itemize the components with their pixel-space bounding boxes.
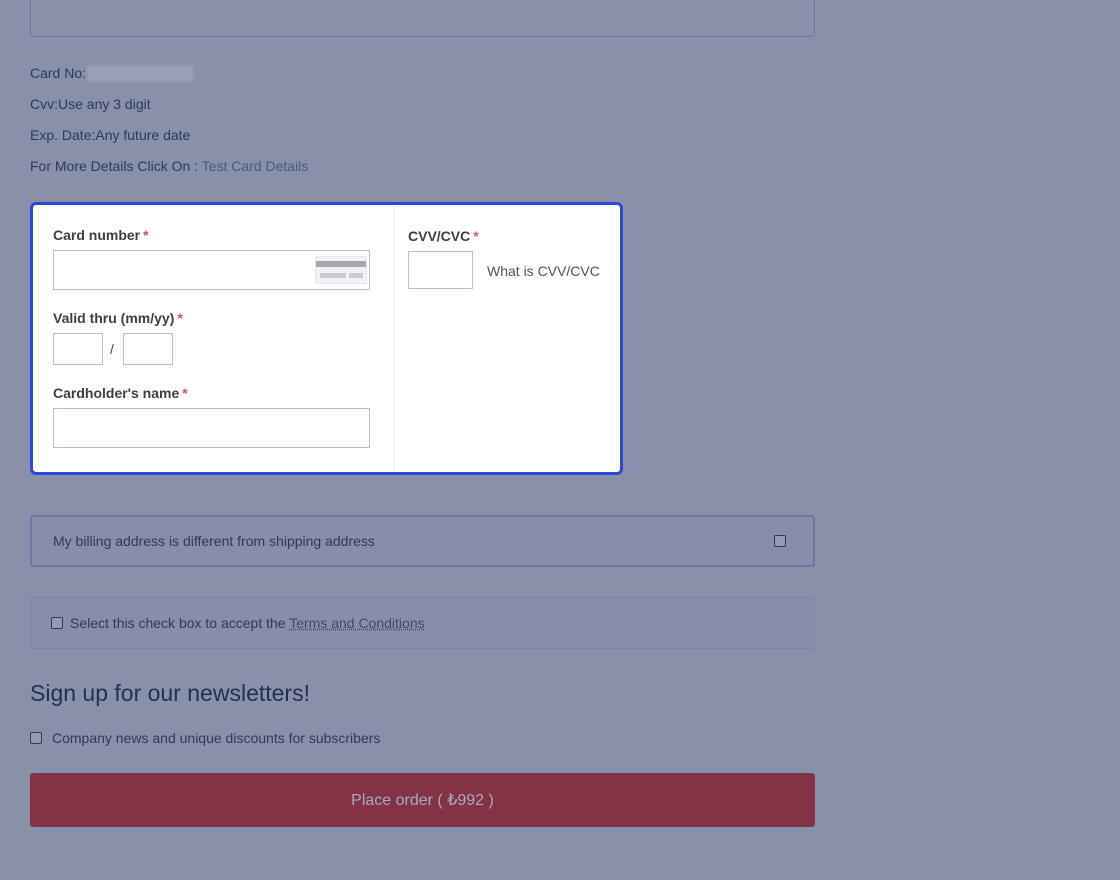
card-payment-form: Card number * Valid thru (mm/yy) * / Cardh… — [30, 202, 623, 475]
cardholder-name-input[interactable] — [53, 408, 370, 448]
valid-thru-label: Valid thru (mm/yy) * — [53, 310, 183, 326]
terms-section: Select this check box to accept the Term… — [30, 597, 815, 649]
more-details-prefix: For More Details Click On : — [30, 158, 202, 174]
newsletter-heading: Sign up for our newsletters! — [30, 680, 310, 706]
terms-checkbox[interactable] — [51, 617, 63, 629]
checkout-page: Card No: Cvv:Use any 3 digit Exp. Date:A… — [0, 0, 1120, 880]
card-number-input[interactable] — [53, 250, 370, 290]
masked-card-number — [87, 65, 194, 81]
valid-thru-label-text: Valid thru (mm/yy) — [53, 310, 175, 326]
test-cvv-line: Cvv:Use any 3 digit — [30, 96, 151, 112]
required-mark: * — [473, 228, 479, 244]
cvv-label: CVV/CVC * — [408, 228, 479, 244]
place-order-button[interactable]: Place order ( ₺992 ) — [30, 773, 815, 827]
card-no-label: Card No: — [30, 65, 87, 81]
test-exp-line: Exp. Date:Any future date — [30, 127, 191, 143]
terms-and-conditions-link[interactable]: Terms and Conditions — [289, 615, 424, 631]
more-details-line: For More Details Click On : Test Card De… — [30, 158, 308, 174]
previous-section-box — [30, 0, 815, 37]
date-separator: / — [110, 341, 114, 357]
billing-address-checkbox[interactable] — [774, 535, 786, 547]
required-mark: * — [177, 310, 183, 326]
test-card-number-line: Card No: — [30, 65, 194, 81]
credit-card-icon — [315, 256, 367, 284]
newsletter-option-label: Company news and unique discounts for su… — [52, 730, 381, 746]
expiry-year-input[interactable] — [123, 333, 173, 365]
newsletter-checkbox[interactable] — [30, 732, 42, 744]
test-card-details-link[interactable]: Test Card Details — [202, 158, 309, 174]
cardholder-label-text: Cardholder's name — [53, 385, 180, 401]
cvv-input[interactable] — [408, 251, 473, 289]
required-mark: * — [143, 227, 149, 243]
terms-text: Select this check box to accept the Term… — [70, 615, 425, 631]
card-number-label-text: Card number — [53, 227, 141, 243]
expiry-month-input[interactable] — [53, 333, 103, 365]
billing-address-toggle[interactable]: My billing address is different from shi… — [30, 515, 815, 567]
cardholder-name-label: Cardholder's name * — [53, 385, 188, 401]
billing-address-label: My billing address is different from shi… — [53, 533, 375, 549]
terms-prefix: Select this check box to accept the — [70, 615, 290, 631]
form-divider — [394, 205, 395, 472]
cvv-label-text: CVV/CVC — [408, 228, 471, 244]
card-number-label: Card number * — [53, 227, 149, 243]
required-mark: * — [182, 385, 188, 401]
what-is-cvv-link[interactable]: What is CVV/CVC — [487, 263, 600, 279]
